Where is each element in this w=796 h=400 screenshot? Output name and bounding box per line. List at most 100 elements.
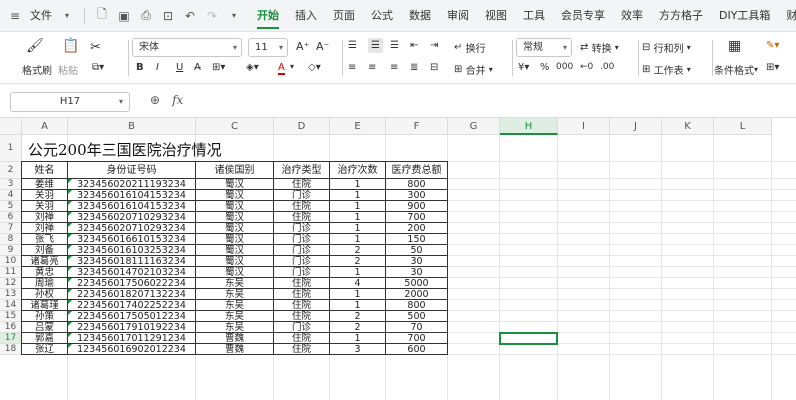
- column-header-J[interactable]: J: [610, 118, 662, 135]
- print-preview-icon[interactable]: ⊡: [159, 7, 177, 25]
- cond-format-icon[interactable]: ▦: [728, 38, 741, 54]
- distribute-icon[interactable]: ⊟: [430, 62, 438, 73]
- column-header-I[interactable]: I: [558, 118, 610, 135]
- tab-12[interactable]: 财务: [778, 0, 796, 32]
- selected-cell[interactable]: [499, 332, 558, 345]
- paste-icon[interactable]: 📋: [62, 38, 79, 54]
- format-painter-icon[interactable]: 🖌: [26, 38, 44, 54]
- name-box[interactable]: H17 ▾: [10, 92, 130, 112]
- convert-button[interactable]: ⇄ 转换 ▾: [580, 40, 619, 55]
- align-center-icon[interactable]: ≡: [368, 62, 376, 73]
- row-header-10[interactable]: 10: [0, 256, 22, 267]
- function-icon[interactable]: fx: [172, 93, 183, 107]
- decimal-decrease-icon[interactable]: .00: [600, 62, 614, 72]
- decimal-increase-icon[interactable]: ←0: [580, 62, 593, 72]
- print-icon[interactable]: ⎙: [137, 7, 155, 25]
- select-all-corner[interactable]: [0, 118, 22, 135]
- row-header-12[interactable]: 12: [0, 278, 22, 289]
- align-left-icon[interactable]: ≡: [348, 62, 356, 73]
- currency-icon[interactable]: ¥▾: [518, 62, 529, 73]
- save-icon[interactable]: ▣: [115, 7, 133, 25]
- font-color-button[interactable]: A: [278, 62, 285, 75]
- table-cell[interactable]: 住院: [273, 343, 330, 355]
- paste-button[interactable]: 粘贴: [58, 62, 78, 77]
- format-painter-button[interactable]: 格式刷: [22, 62, 52, 77]
- tab-8[interactable]: 会员专享: [553, 0, 613, 32]
- table-style-icon[interactable]: ⊞▾: [766, 62, 779, 73]
- align-top-icon[interactable]: ☰: [348, 40, 357, 51]
- column-header-A[interactable]: A: [22, 118, 68, 135]
- row-header-7[interactable]: 7: [0, 223, 22, 234]
- bold-button[interactable]: B: [136, 62, 144, 73]
- tab-0[interactable]: 开始: [249, 0, 287, 32]
- tab-3[interactable]: 公式: [363, 0, 401, 32]
- border-icon[interactable]: ⊞▾: [212, 62, 225, 73]
- table-header-cell[interactable]: 姓名: [21, 161, 68, 179]
- row-header-16[interactable]: 16: [0, 322, 22, 333]
- spreadsheet-grid[interactable]: A B C D E F G H I J K L 1 2 3 4 5 6 7 8 9 10 11 12 13 14 15 16 17 18 公…: [0, 118, 796, 400]
- row-header-4[interactable]: 4: [0, 190, 22, 201]
- copy-icon[interactable]: ⧉▾: [92, 62, 104, 73]
- zoom-icon[interactable]: ⊕: [150, 93, 160, 107]
- fill-color-icon[interactable]: ◈▾: [246, 62, 259, 73]
- table-header-cell[interactable]: 诸侯国别: [195, 161, 274, 179]
- worksheet-button[interactable]: ⊞ 工作表 ▾: [642, 62, 691, 77]
- row-header-6[interactable]: 6: [0, 212, 22, 223]
- row-header-11[interactable]: 11: [0, 267, 22, 278]
- chevron-down-icon[interactable]: ▾: [58, 7, 76, 25]
- strikethrough-icon[interactable]: A̶: [194, 62, 201, 73]
- column-header-F[interactable]: F: [386, 118, 448, 135]
- tab-4[interactable]: 数据: [401, 0, 439, 32]
- cut-icon[interactable]: ✂: [90, 40, 101, 55]
- row-header-18[interactable]: 18: [0, 344, 22, 355]
- sheet-title[interactable]: 公元200年三国医院治疗情况: [28, 139, 222, 160]
- font-size-select[interactable]: 11 ▾: [248, 38, 288, 57]
- font-name-select[interactable]: 宋体 ▾: [132, 38, 242, 57]
- clear-format-icon[interactable]: ◇▾: [308, 62, 321, 73]
- row-header-15[interactable]: 15: [0, 311, 22, 322]
- table-cell[interactable]: 曹魏: [195, 343, 274, 355]
- redo-icon[interactable]: ↷: [203, 7, 221, 25]
- align-right-icon[interactable]: ≡: [390, 62, 398, 73]
- tab-11[interactable]: DIY工具箱: [711, 0, 778, 32]
- wrap-text-button[interactable]: ↵ 换行: [454, 40, 486, 55]
- undo-icon[interactable]: ↶: [181, 7, 199, 25]
- cond-format-button[interactable]: 条件格式 ▾: [714, 62, 758, 77]
- justify-icon[interactable]: ≣: [410, 62, 418, 73]
- column-header-H[interactable]: H: [500, 118, 558, 135]
- align-bottom-icon[interactable]: ☰: [390, 40, 399, 51]
- row-header-2[interactable]: 2: [0, 162, 22, 179]
- row-header-9[interactable]: 9: [0, 245, 22, 256]
- new-file-icon[interactable]: 🗋: [93, 7, 111, 25]
- menu-icon[interactable]: ≡: [6, 7, 24, 25]
- table-cell[interactable]: 3: [329, 343, 386, 355]
- row-header-8[interactable]: 8: [0, 234, 22, 245]
- row-header-13[interactable]: 13: [0, 289, 22, 300]
- indent-increase-icon[interactable]: ⇥: [430, 40, 438, 51]
- align-middle-icon[interactable]: ☰: [368, 38, 383, 53]
- tab-7[interactable]: 工具: [515, 0, 553, 32]
- column-header-D[interactable]: D: [274, 118, 330, 135]
- italic-button[interactable]: I: [156, 62, 159, 73]
- thousands-icon[interactable]: 000: [556, 62, 573, 72]
- column-header-C[interactable]: C: [196, 118, 274, 135]
- cell-style-icon[interactable]: ✎▾: [766, 40, 779, 51]
- column-header-L[interactable]: L: [714, 118, 772, 135]
- table-header-cell[interactable]: 医疗费总额: [385, 161, 448, 179]
- file-menu[interactable]: 文件: [28, 0, 54, 32]
- chevron-down-icon[interactable]: ▾: [290, 62, 294, 71]
- tab-6[interactable]: 视图: [477, 0, 515, 32]
- table-header-cell[interactable]: 治疗次数: [329, 161, 386, 179]
- row-header-5[interactable]: 5: [0, 201, 22, 212]
- column-header-K[interactable]: K: [662, 118, 714, 135]
- row-header-1[interactable]: 1: [0, 135, 22, 162]
- percent-icon[interactable]: %: [540, 62, 550, 73]
- table-cell[interactable]: 张辽: [21, 343, 68, 355]
- tab-9[interactable]: 效率: [613, 0, 651, 32]
- table-header-cell[interactable]: 身份证号码: [67, 161, 196, 179]
- tab-2[interactable]: 页面: [325, 0, 363, 32]
- indent-decrease-icon[interactable]: ⇤: [410, 40, 418, 51]
- tab-10[interactable]: 方方格子: [651, 0, 711, 32]
- tab-1[interactable]: 插入: [287, 0, 325, 32]
- row-header-17[interactable]: 17: [0, 333, 22, 344]
